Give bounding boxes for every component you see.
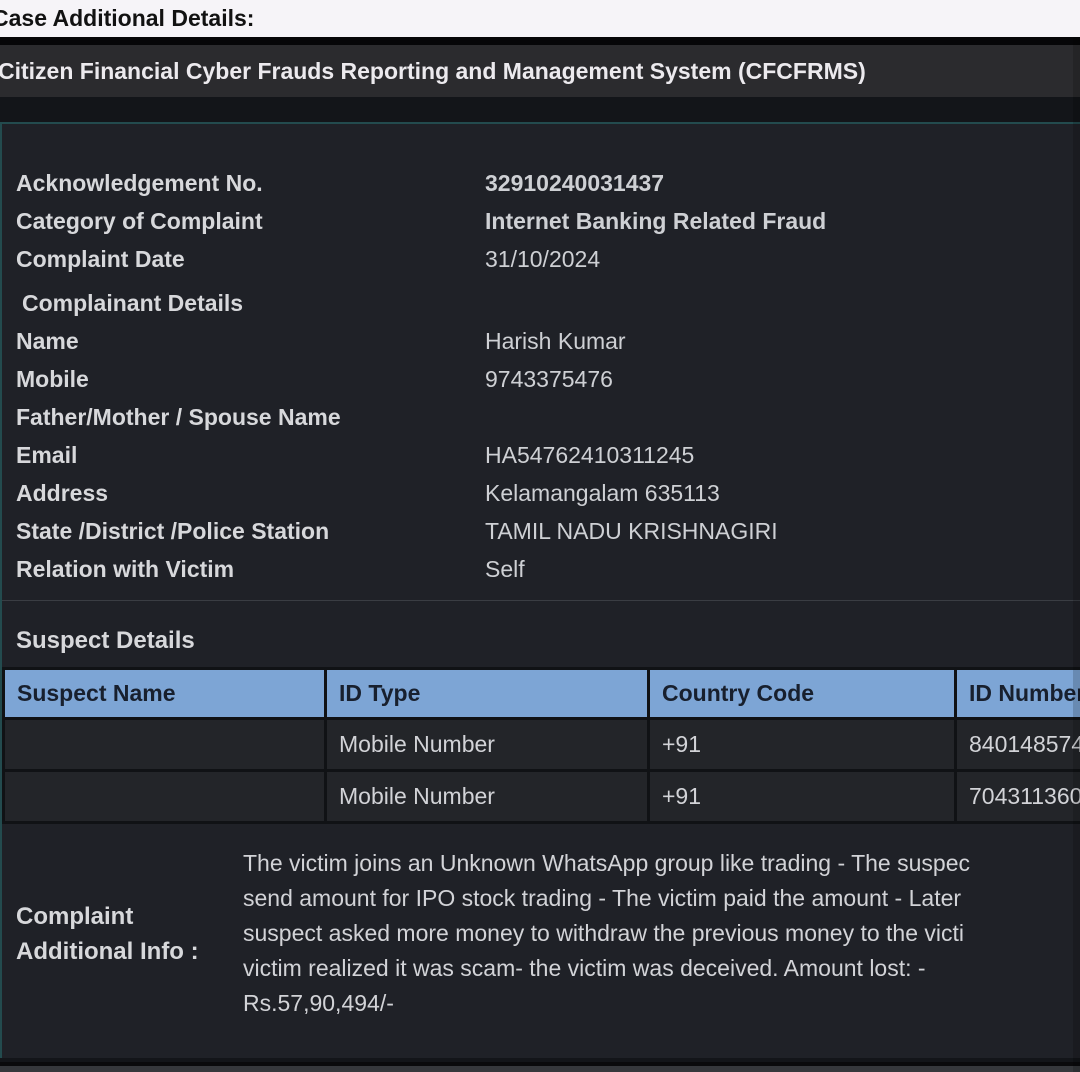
field-row-father-mother-spouse: Father/Mother / Spouse Name — [16, 398, 1080, 436]
column-header-id-type: ID Type — [326, 669, 649, 719]
field-row-mobile: Mobile 9743375476 — [16, 360, 1080, 398]
complainant-details-section: Acknowledgement No. 32910240031437 Categ… — [2, 124, 1080, 601]
complaint-info-line: Rs.57,90,494/- — [243, 986, 1080, 1021]
field-row-category: Category of Complaint Internet Banking R… — [16, 202, 1080, 240]
complaint-info-line: suspect asked more money to withdraw the… — [243, 916, 1080, 951]
mobile-label: Mobile — [16, 360, 485, 398]
complaint-additional-info-section: Complaint Additional Info : The victim j… — [2, 824, 1080, 1021]
case-additional-details-strip: Case Additional Details: — [0, 0, 1080, 37]
field-row-acknowledgement-no: Acknowledgement No. 32910240031437 — [16, 164, 1080, 202]
column-header-id-number: ID Number — [956, 669, 1080, 719]
email-value: HA54762410311245 — [485, 436, 694, 474]
suspect-details-heading: Suspect Details — [2, 601, 1080, 667]
column-header-country-code: Country Code — [649, 669, 956, 719]
mobile-value: 9743375476 — [485, 360, 613, 398]
acknowledgement-no-label: Acknowledgement No. — [16, 164, 485, 202]
relation-with-victim-label: Relation with Victim — [16, 550, 485, 588]
acknowledgement-no-value: 32910240031437 — [485, 164, 664, 202]
field-row-relation-with-victim: Relation with Victim Self — [16, 550, 1080, 588]
father-mother-spouse-label: Father/Mother / Spouse Name — [16, 398, 485, 436]
suspect-details-table: Suspect Name ID Type Country Code ID Num… — [2, 667, 1080, 824]
table-row: Mobile Number +91 7043113606 — [4, 771, 1080, 823]
field-row-name: Name Harish Kumar — [16, 322, 1080, 360]
complaint-label-line2: Additional Info : — [16, 934, 243, 969]
id-type-cell: Mobile Number — [326, 771, 649, 823]
complaint-label-line1: Complaint — [16, 899, 243, 934]
top-divider — [0, 37, 1080, 45]
suspect-name-cell — [4, 771, 326, 823]
table-row: Mobile Number +91 8401485744 — [4, 719, 1080, 771]
name-label: Name — [16, 322, 485, 360]
bottom-strip — [0, 1062, 1080, 1072]
field-row-complaint-date: Complaint Date 31/10/2024 — [16, 240, 1080, 278]
field-row-address: Address Kelamangalam 635113 — [16, 474, 1080, 512]
address-value: Kelamangalam 635113 — [485, 474, 720, 512]
case-details-panel: Acknowledgement No. 32910240031437 Categ… — [0, 122, 1080, 1058]
relation-with-victim-value: Self — [485, 550, 525, 588]
complaint-date-label: Complaint Date — [16, 240, 485, 278]
complaint-additional-info-text: The victim joins an Unknown WhatsApp gro… — [243, 846, 1080, 1021]
category-label: Category of Complaint — [16, 202, 485, 240]
address-label: Address — [16, 474, 485, 512]
complaint-info-line: The victim joins an Unknown WhatsApp gro… — [243, 846, 1080, 881]
cfcfrms-header-bar: Citizen Financial Cyber Frauds Reporting… — [0, 45, 1080, 97]
suspect-name-cell — [4, 719, 326, 771]
complaint-additional-info-label: Complaint Additional Info : — [16, 899, 243, 969]
cfcfrms-title: Citizen Financial Cyber Frauds Reporting… — [0, 58, 866, 85]
column-header-suspect-name: Suspect Name — [4, 669, 326, 719]
category-value: Internet Banking Related Fraud — [485, 202, 826, 240]
suspect-table-header-row: Suspect Name ID Type Country Code ID Num… — [4, 669, 1080, 719]
state-district-ps-label: State /District /Police Station — [16, 512, 485, 550]
id-type-cell: Mobile Number — [326, 719, 649, 771]
complainant-details-subheading: Complainant Details — [16, 284, 1080, 322]
complaint-info-line: victim realized it was scam- the victim … — [243, 951, 1080, 986]
email-label: Email — [16, 436, 485, 474]
name-value: Harish Kumar — [485, 322, 626, 360]
state-district-ps-value: TAMIL NADU KRISHNAGIRI — [485, 512, 778, 550]
field-row-state-district-ps: State /District /Police Station TAMIL NA… — [16, 512, 1080, 550]
complaint-info-line: send amount for IPO stock trading - The … — [243, 881, 1080, 916]
field-row-email: Email HA54762410311245 — [16, 436, 1080, 474]
case-additional-details-label: Case Additional Details: — [0, 5, 254, 32]
id-number-cell: 8401485744 — [956, 719, 1080, 771]
complaint-date-value: 31/10/2024 — [485, 240, 600, 278]
country-code-cell: +91 — [649, 719, 956, 771]
id-number-cell: 7043113606 — [956, 771, 1080, 823]
country-code-cell: +91 — [649, 771, 956, 823]
